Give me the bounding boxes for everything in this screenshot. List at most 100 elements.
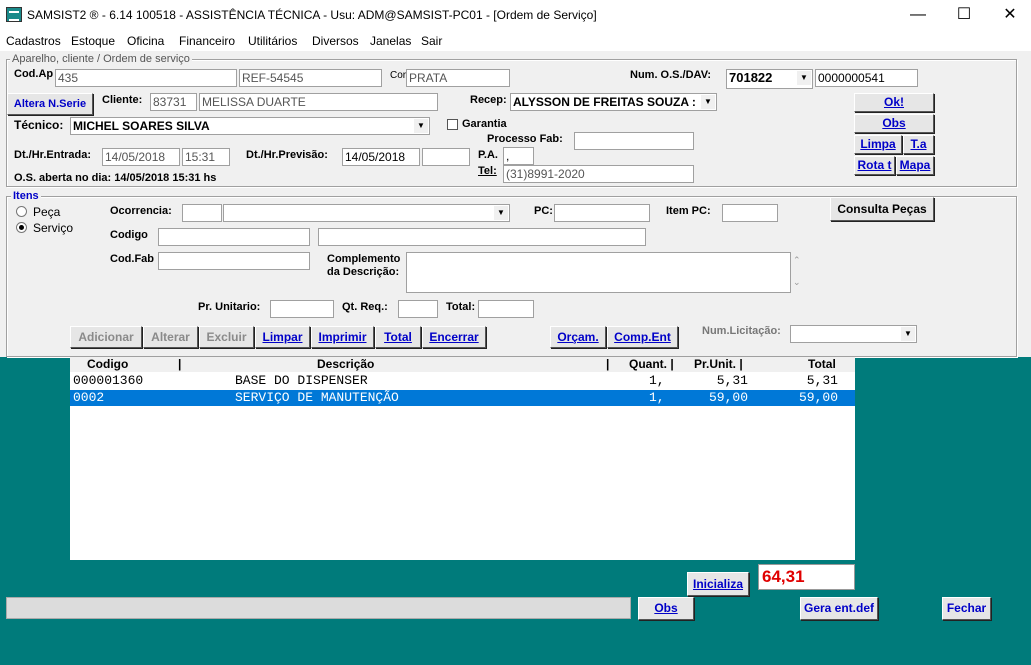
complemento-textarea[interactable] — [406, 252, 791, 293]
obs-header-button[interactable]: Obs — [854, 114, 934, 133]
chevron-down-icon[interactable]: ▼ — [701, 95, 715, 109]
cod-fab-label: Cod.Fab — [110, 253, 154, 265]
total-input[interactable] — [478, 300, 534, 318]
dav-input[interactable]: 0000000541 — [815, 69, 918, 87]
cod-fab-input[interactable] — [158, 252, 310, 270]
limpar-button[interactable]: Limpar — [255, 326, 310, 348]
garantia-label: Garantia — [462, 118, 507, 130]
mapa-button[interactable]: Mapa — [896, 156, 934, 175]
col-sep-2: | — [606, 357, 610, 371]
scroll-up-icon[interactable]: ⌃ — [793, 255, 801, 266]
gera-ent-def-button[interactable]: Gera ent.def — [800, 597, 878, 620]
peca-radio[interactable] — [16, 206, 27, 217]
cliente-cod-input[interactable]: 83731 — [150, 93, 197, 111]
cell-descricao: BASE DO DISPENSER — [235, 373, 368, 388]
col-codigo[interactable]: Codigo — [87, 357, 128, 371]
altera-n-serie-button[interactable]: Altera N.Serie — [7, 93, 93, 115]
minimize-button[interactable]: — — [895, 0, 941, 31]
num-licitacao-label: Num.Licitação: — [702, 325, 781, 337]
cell-descricao: SERVIÇO DE MANUTENÇÃO — [235, 390, 399, 405]
obs-footer-button[interactable]: Obs — [638, 597, 694, 620]
col-descricao[interactable]: Descrição — [317, 357, 374, 371]
col-quant[interactable]: Quant. | — [629, 357, 674, 371]
menu-janelas[interactable]: Janelas — [370, 34, 411, 48]
chevron-down-icon[interactable]: ▼ — [414, 119, 428, 133]
inicializa-button[interactable]: Inicializa — [687, 572, 749, 596]
cor-input[interactable]: PRATA — [406, 69, 510, 87]
total-button[interactable]: Total — [375, 326, 421, 348]
table-header: Codigo | Descrição | Quant. | Pr.Unit. |… — [70, 357, 855, 372]
garantia-checkbox[interactable] — [447, 119, 458, 130]
entrada-data-input[interactable]: 14/05/2018 — [102, 148, 180, 166]
previsao-data-input[interactable]: 14/05/2018 — [342, 148, 420, 166]
tecnico-select[interactable]: MICHEL SOARES SILVA ▼ — [70, 117, 430, 135]
menu-cadastros[interactable]: Cadastros — [6, 34, 61, 48]
servico-radio[interactable] — [16, 222, 27, 233]
entrada-hora-input[interactable]: 15:31 — [182, 148, 230, 166]
col-total[interactable]: Total — [808, 357, 836, 371]
menu-utilitarios[interactable]: Utilitários — [248, 34, 297, 48]
menu-financeiro[interactable]: Financeiro — [179, 34, 235, 48]
table-row[interactable]: 000001360 BASE DO DISPENSER 1, 5,31 5,31 — [70, 373, 855, 389]
alterar-button[interactable]: Alterar — [143, 326, 198, 348]
limpa-button[interactable]: Limpa — [854, 135, 902, 154]
qt-req-input[interactable] — [398, 300, 438, 318]
ocorrencia-select[interactable]: ▼ — [223, 204, 510, 222]
close-button[interactable]: ✕ — [987, 0, 1031, 31]
codigo-input[interactable] — [158, 228, 310, 246]
ok-button[interactable]: Ok! — [854, 93, 934, 112]
chevron-down-icon[interactable]: ▼ — [494, 206, 508, 220]
cliente-nome-input[interactable]: MELISSA DUARTE — [199, 93, 438, 111]
col-sep-1: | — [178, 357, 182, 371]
ref-input[interactable]: REF-54545 — [239, 69, 382, 87]
pc-input[interactable] — [554, 204, 650, 222]
previsao-label: Dt./Hr.Previsão: — [246, 149, 328, 161]
col-prunit[interactable]: Pr.Unit. | — [694, 357, 743, 371]
scroll-down-icon[interactable]: ⌄ — [793, 277, 801, 288]
imprimir-button[interactable]: Imprimir — [311, 326, 374, 348]
cliente-label: Cliente: — [102, 94, 143, 106]
processo-fab-input[interactable] — [574, 132, 694, 150]
item-pc-label: Item PC: — [666, 205, 711, 217]
descricao-input[interactable] — [318, 228, 646, 246]
item-pc-input[interactable] — [722, 204, 778, 222]
tel-label: Tel: — [478, 165, 497, 177]
total-label: Total: — [446, 301, 476, 313]
fechar-button[interactable]: Fechar — [942, 597, 991, 620]
cell-total: 5,31 — [806, 373, 838, 388]
os-aberta-label: O.S. aberta no dia: 14/05/2018 15:31 hs — [14, 172, 217, 184]
encerrar-button[interactable]: Encerrar — [422, 326, 486, 348]
pa-input[interactable]: , — [503, 147, 534, 165]
num-os-select[interactable]: 701822 ▼ — [726, 69, 813, 89]
pr-unitario-input[interactable] — [270, 300, 334, 318]
peca-label: Peça — [33, 205, 61, 219]
orcam-button[interactable]: Orçam. — [550, 326, 606, 348]
qt-req-label: Qt. Req.: — [342, 301, 388, 313]
os-form: Aparelho, cliente / Ordem de serviço Cod… — [0, 51, 1031, 357]
consulta-pecas-button[interactable]: Consulta Peças — [830, 197, 934, 221]
menu-sair[interactable]: Sair — [421, 34, 442, 48]
complemento-label-2: da Descrição: — [327, 266, 400, 278]
chevron-down-icon[interactable]: ▼ — [901, 327, 915, 341]
rota-button[interactable]: Rota t — [854, 156, 895, 175]
cell-total: 59,00 — [798, 390, 838, 405]
num-licitacao-select[interactable]: ▼ — [790, 325, 917, 343]
adicionar-button[interactable]: Adicionar — [70, 326, 142, 348]
processo-fab-label: Processo Fab: — [487, 133, 563, 145]
cell-codigo: 0002 — [73, 390, 105, 405]
excluir-button[interactable]: Excluir — [199, 326, 254, 348]
recep-select[interactable]: ALYSSON DE FREITAS SOUZA : ▼ — [510, 93, 717, 111]
recep-label: Recep: — [470, 94, 507, 106]
comp-ent-button[interactable]: Comp.Ent — [607, 326, 678, 348]
menu-estoque[interactable]: Estoque — [71, 34, 115, 48]
cod-ap-input[interactable]: 435 — [55, 69, 237, 87]
previsao-hora-input[interactable] — [422, 148, 470, 166]
ta-button[interactable]: T.a — [903, 135, 934, 154]
chevron-down-icon[interactable]: ▼ — [797, 71, 811, 85]
ocorrencia-cod-input[interactable] — [182, 204, 222, 222]
menu-oficina[interactable]: Oficina — [127, 34, 164, 48]
table-row[interactable]: 0002 SERVIÇO DE MANUTENÇÃO 1, 59,00 59,0… — [70, 390, 855, 406]
tel-input[interactable]: (31)8991-2020 — [503, 165, 694, 183]
menu-diversos[interactable]: Diversos — [312, 34, 359, 48]
maximize-button[interactable]: ☐ — [941, 0, 987, 31]
